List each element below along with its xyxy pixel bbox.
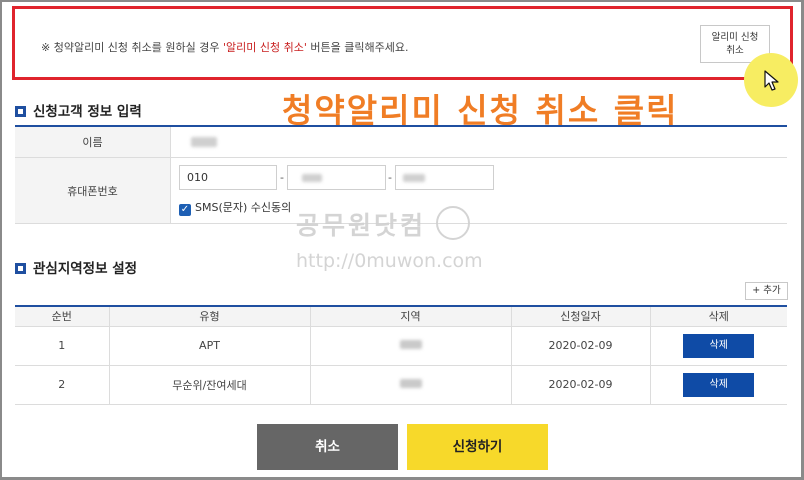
cancel-notice-text: ※ 청약알리미 신청 취소를 원하실 경우 '알리미 신청 취소' 버튼을 클릭… [41, 39, 408, 55]
row-delete-cell: 삭제 [650, 365, 787, 405]
watermark: 공무원닷컴 http://0muwon.com [296, 206, 483, 272]
row-date: 2020-02-09 [511, 326, 651, 366]
watermark-url: http://0muwon.com [296, 250, 483, 272]
table-row: 1 APT 2020-02-09 삭제 [15, 326, 787, 366]
notice-highlight: '알리미 신청 취소' [223, 41, 307, 54]
sms-consent-label: SMS(문자) 수신동의 [195, 201, 292, 214]
section-bullet-icon [15, 106, 26, 117]
region-section-title: 관심지역정보 설정 [15, 257, 137, 277]
section-bullet-icon [15, 263, 26, 274]
name-label: 이름 [15, 127, 171, 157]
phone-first-input[interactable]: 010 [179, 165, 277, 190]
col-header-region: 지역 [310, 306, 512, 327]
region-table: 순번 유형 지역 신청일자 삭제 1 APT 2020-02-09 삭제 2 무… [15, 305, 787, 405]
row-date: 2020-02-09 [511, 365, 651, 405]
region-section-title-text: 관심지역정보 설정 [33, 261, 138, 277]
col-header-type: 유형 [109, 306, 311, 327]
customer-section-title: 신청고객 정보 입력 [15, 100, 142, 120]
col-header-delete: 삭제 [650, 306, 787, 327]
phone-last-input[interactable] [395, 165, 494, 190]
apply-button[interactable]: 신청하기 [407, 424, 548, 470]
customer-section-title-text: 신청고객 정보 입력 [33, 104, 142, 120]
row-region [310, 326, 512, 366]
notice-prefix: ※ 청약알리미 신청 취소를 원하실 경우 [41, 41, 223, 54]
row-type: APT [109, 326, 311, 366]
phone-last-redacted [403, 174, 425, 182]
row-type: 무순위/잔여세대 [109, 365, 311, 405]
name-row: 이름 [15, 127, 787, 158]
phone-dash-1: - [280, 171, 284, 184]
cancel-alert-button-line1: 알리미 신청 [711, 32, 759, 43]
row-no: 1 [15, 326, 110, 366]
phone-label: 휴대폰번호 [15, 158, 171, 223]
row-delete-cell: 삭제 [650, 326, 787, 366]
row-region [310, 365, 512, 405]
phone-dash-2: - [388, 171, 392, 184]
name-redacted [191, 137, 217, 147]
watermark-title: 공무원닷컴 [296, 206, 483, 242]
watermark-title-text: 공무원닷컴 [296, 211, 427, 240]
name-value [171, 127, 787, 157]
watermark-logo-icon [436, 206, 471, 240]
table-row: 2 무순위/잔여세대 2020-02-09 삭제 [15, 365, 787, 405]
phone-middle-input[interactable] [287, 165, 386, 190]
add-region-button[interactable]: + 추가 [745, 282, 788, 300]
sms-consent[interactable]: ✓ SMS(문자) 수신동의 [179, 199, 291, 216]
cancel-button[interactable]: 취소 [257, 424, 398, 470]
cancel-notice-box: ※ 청약알리미 신청 취소를 원하실 경우 '알리미 신청 취소' 버튼을 클릭… [12, 6, 793, 80]
region-redacted [399, 379, 422, 388]
region-redacted [399, 340, 422, 349]
region-table-header: 순번 유형 지역 신청일자 삭제 [15, 306, 787, 327]
row-no: 2 [15, 365, 110, 405]
col-header-no: 순번 [15, 306, 110, 327]
phone-middle-redacted [302, 174, 322, 182]
sms-checkbox-icon[interactable]: ✓ [179, 204, 191, 216]
notice-suffix: 버튼을 클릭해주세요. [306, 41, 409, 54]
mouse-cursor-icon [764, 70, 779, 91]
delete-button[interactable]: 삭제 [683, 333, 755, 358]
col-header-date: 신청일자 [511, 306, 651, 327]
delete-button[interactable]: 삭제 [683, 372, 755, 397]
